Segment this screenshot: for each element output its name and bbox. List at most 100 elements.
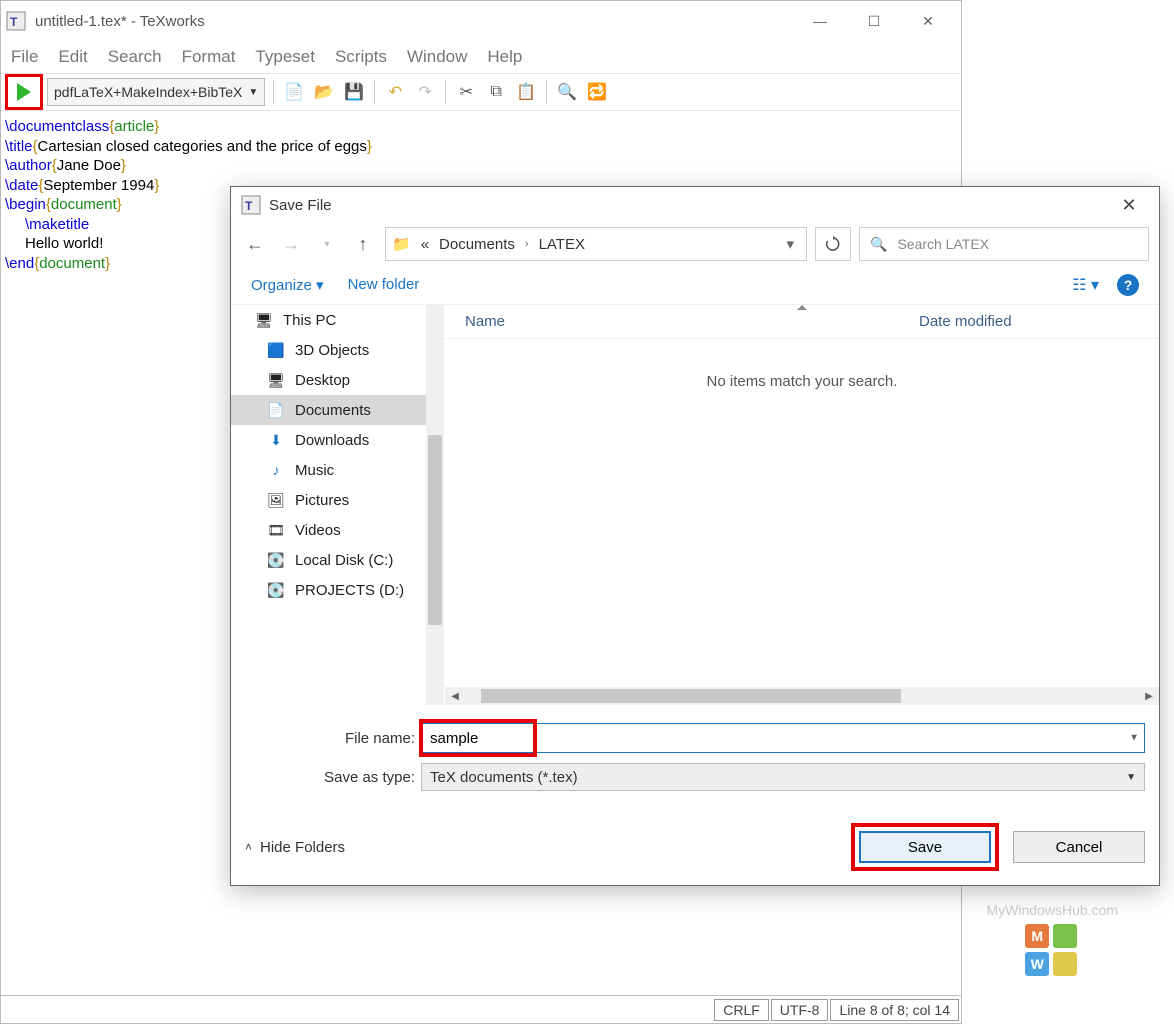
- menu-scripts[interactable]: Scripts: [335, 47, 387, 67]
- scrollbar-thumb[interactable]: [481, 689, 901, 703]
- folder-tree[interactable]: 🖥This PC 🟦3D Objects 🖥Desktop 📄Documents…: [231, 305, 445, 705]
- tree-projects-disk[interactable]: 💽PROJECTS (D:): [231, 575, 444, 605]
- menu-search[interactable]: Search: [108, 47, 162, 67]
- scrollbar-thumb[interactable]: [428, 435, 442, 625]
- redo-icon[interactable]: ↷: [413, 80, 437, 104]
- latex-text: Hello world!: [25, 235, 103, 252]
- menu-typeset[interactable]: Typeset: [255, 47, 315, 67]
- typeset-button[interactable]: [5, 74, 43, 110]
- app-icon: T: [241, 195, 261, 215]
- breadcrumb-item[interactable]: Documents: [439, 236, 515, 253]
- chevron-right-icon: ›: [525, 238, 529, 250]
- forward-button[interactable]: →: [277, 234, 305, 255]
- status-position: Line 8 of 8; col 14: [830, 999, 959, 1021]
- statusbar: CRLF UTF-8 Line 8 of 8; col 14: [1, 995, 961, 1023]
- titlebar: T untitled-1.tex* - TeXworks — ☐ ✕: [1, 1, 961, 41]
- new-folder-button[interactable]: New folder: [348, 276, 420, 293]
- tree-label: Local Disk (C:): [295, 552, 393, 569]
- menu-help[interactable]: Help: [487, 47, 522, 67]
- minimize-button[interactable]: —: [807, 13, 833, 30]
- organize-menu[interactable]: Organize ▾: [251, 276, 324, 294]
- new-icon[interactable]: 📄: [282, 80, 306, 104]
- scroll-left-icon[interactable]: ◀: [447, 691, 463, 702]
- up-button[interactable]: ↑: [349, 234, 377, 255]
- latex-arg: article: [114, 118, 154, 135]
- toolbar: pdfLaTeX+MakeIndex+BibTeX ▼ 📄 📂 💾 ↶ ↷ ✂ …: [1, 73, 961, 111]
- paste-icon[interactable]: 📋: [514, 80, 538, 104]
- latex-arg: document: [51, 196, 117, 213]
- desktop-icon: 🖥: [267, 371, 285, 389]
- dialog-footer: ˄ Hide Folders Save Cancel: [231, 807, 1159, 885]
- scroll-right-icon[interactable]: ▶: [1141, 691, 1157, 702]
- tree-label: PROJECTS (D:): [295, 582, 404, 599]
- breadcrumb-item[interactable]: LATEX: [539, 236, 585, 253]
- search-input[interactable]: 🔍 Search LATEX: [859, 227, 1149, 261]
- file-list[interactable]: Name Date modified No items match your s…: [445, 305, 1159, 705]
- engine-select[interactable]: pdfLaTeX+MakeIndex+BibTeX ▼: [47, 78, 265, 106]
- status-lineending[interactable]: CRLF: [714, 999, 769, 1021]
- open-icon[interactable]: 📂: [312, 80, 336, 104]
- back-button[interactable]: ←: [241, 234, 269, 255]
- copy-icon[interactable]: ⧉: [484, 80, 508, 104]
- window-title: untitled-1.tex* - TeXworks: [35, 13, 205, 30]
- replace-icon[interactable]: 🔁: [585, 80, 609, 104]
- tree-videos[interactable]: 🎞Videos: [231, 515, 444, 545]
- cancel-button[interactable]: Cancel: [1013, 831, 1145, 863]
- filename-input[interactable]: [421, 723, 1145, 753]
- menu-window[interactable]: Window: [407, 47, 467, 67]
- help-button[interactable]: ?: [1117, 274, 1139, 296]
- status-encoding[interactable]: UTF-8: [771, 999, 829, 1021]
- menu-format[interactable]: Format: [182, 47, 236, 67]
- menu-edit[interactable]: Edit: [58, 47, 87, 67]
- toolbar-separator: [546, 80, 547, 104]
- tree-this-pc[interactable]: 🖥This PC: [231, 305, 444, 335]
- music-icon: ♪: [267, 461, 285, 479]
- highlight-box: Save: [851, 823, 999, 871]
- tree-label: Downloads: [295, 432, 369, 449]
- list-header: Name Date modified: [445, 305, 1159, 339]
- column-date[interactable]: Date modified: [919, 313, 1139, 330]
- close-button[interactable]: ✕: [915, 13, 941, 30]
- find-icon[interactable]: 🔍: [555, 80, 579, 104]
- search-icon: 🔍: [870, 236, 887, 253]
- breadcrumb-dropdown[interactable]: ▾: [786, 235, 800, 253]
- view-options-button[interactable]: ☷ ▾: [1072, 275, 1099, 295]
- filename-dropdown[interactable]: ▼: [1129, 733, 1139, 744]
- tree-desktop[interactable]: 🖥Desktop: [231, 365, 444, 395]
- sort-indicator-icon: [797, 305, 807, 310]
- folder-icon: 📁: [392, 235, 411, 253]
- breadcrumb-overflow[interactable]: «: [421, 236, 429, 253]
- tree-downloads[interactable]: ⬇Downloads: [231, 425, 444, 455]
- close-button[interactable]: ✕: [1109, 195, 1149, 216]
- savetype-select[interactable]: TeX documents (*.tex) ▼: [421, 763, 1145, 791]
- refresh-button[interactable]: [815, 227, 851, 261]
- brace: }: [154, 177, 159, 194]
- save-icon[interactable]: 💾: [342, 80, 366, 104]
- dialog-title: Save File: [269, 197, 332, 214]
- tree-pictures[interactable]: 🖼Pictures: [231, 485, 444, 515]
- tree-local-disk[interactable]: 💽Local Disk (C:): [231, 545, 444, 575]
- dialog-body: 🖥This PC 🟦3D Objects 🖥Desktop 📄Documents…: [231, 305, 1159, 705]
- brace: }: [154, 118, 159, 135]
- tree-documents[interactable]: 📄Documents: [231, 395, 444, 425]
- breadcrumb[interactable]: 📁 « Documents › LATEX ▾: [385, 227, 807, 261]
- menu-file[interactable]: File: [11, 47, 38, 67]
- undo-icon[interactable]: ↶: [383, 80, 407, 104]
- tree-music[interactable]: ♪Music: [231, 455, 444, 485]
- maximize-button[interactable]: ☐: [861, 13, 887, 30]
- watermark-text: MyWindowsHub.com: [987, 902, 1118, 918]
- list-scrollbar[interactable]: ◀ ▶: [445, 687, 1159, 705]
- cut-icon[interactable]: ✂: [454, 80, 478, 104]
- filename-label: File name:: [245, 730, 421, 747]
- latex-command: \begin: [5, 196, 46, 213]
- tree-3d-objects[interactable]: 🟦3D Objects: [231, 335, 444, 365]
- recent-dropdown[interactable]: ▾: [313, 239, 341, 250]
- chevron-down-icon: ▼: [248, 87, 258, 98]
- save-fields: File name: ▼ Save as type: TeX documents…: [231, 705, 1159, 807]
- tree-scrollbar[interactable]: [426, 305, 444, 705]
- pc-icon: 🖥: [255, 311, 273, 329]
- save-button[interactable]: Save: [859, 831, 991, 863]
- hide-folders-toggle[interactable]: ˄ Hide Folders: [245, 839, 345, 856]
- latex-command: \maketitle: [25, 216, 89, 233]
- column-name[interactable]: Name: [465, 313, 919, 330]
